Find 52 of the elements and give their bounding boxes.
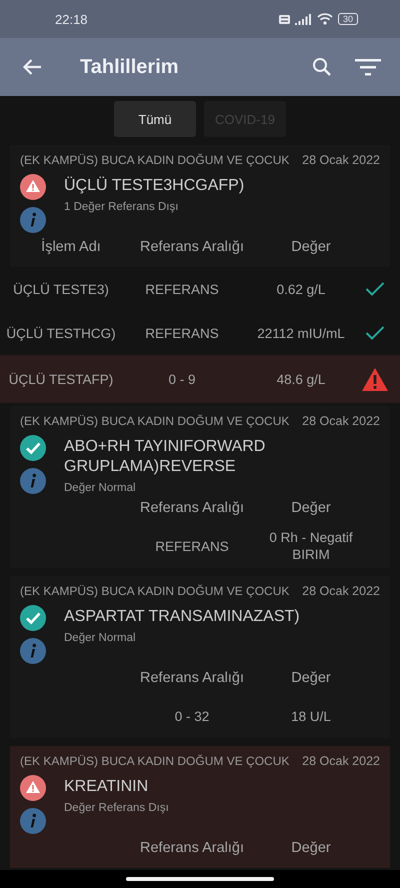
table-cell-text: REFERANS [144, 324, 220, 342]
column-header: Referans Aralığı [139, 238, 245, 256]
result-date: 28 Ocak 2022 [302, 584, 380, 598]
column-header: Değer [290, 238, 332, 256]
result-summary: Değer Normal [64, 632, 137, 644]
signal-icon [294, 14, 312, 24]
test-name: KREATININ [64, 777, 150, 797]
table-cell-text: 0 - 32 [174, 708, 210, 724]
table-cell-text: REFERANS [144, 280, 220, 298]
test-name: ASPARTAT TRANSAMINAZAST) [64, 607, 301, 627]
hospital-name: (EK KAMPÜS) BUCA KADIN DOĞUM VE ÇOCUK [20, 414, 290, 428]
column-header: İşlem Adı [40, 238, 102, 256]
hospital-name: (EK KAMPÜS) BUCA KADIN DOĞUM VE ÇOCUK [20, 153, 290, 167]
wifi-icon [316, 13, 333, 25]
table-cell-text: REFERANS [154, 538, 230, 554]
info-icon[interactable] [20, 468, 46, 494]
column-header: Değer [290, 670, 332, 686]
table-cell-text: 0 - 9 [167, 370, 196, 388]
table-cell-text: ÜÇLÜ TESTE3) [12, 280, 110, 298]
info-icon[interactable] [20, 207, 46, 233]
column-header: Değer [290, 840, 332, 856]
volte-icon [278, 14, 290, 24]
back-icon[interactable] [22, 58, 42, 76]
table-cell-text: 48.6 g/L [276, 370, 326, 388]
search-icon[interactable] [312, 57, 332, 77]
hospital-name: (EK KAMPÜS) BUCA KADIN DOĞUM VE ÇOCUK [20, 584, 290, 598]
column-header: Referans Aralığı [139, 500, 245, 516]
result-date: 28 Ocak 2022 [302, 153, 380, 167]
result-summary: Değer Normal [64, 482, 137, 494]
hospital-name: (EK KAMPÜS) BUCA KADIN DOĞUM VE ÇOCUK [20, 754, 290, 768]
table-cell-text: 0.62 g/L [276, 280, 326, 298]
column-header: Değer [290, 500, 332, 516]
filter-icon[interactable] [355, 58, 381, 76]
column-header: Referans Aralığı [139, 840, 245, 856]
status-time: 22:18 [55, 12, 89, 26]
table-cell-text: 0 Rh - Negatif BIRIM [268, 529, 354, 563]
page-title: Tahlillerim [80, 56, 180, 78]
result-summary: Değer Referans Dışı [64, 802, 170, 814]
filter-tab[interactable]: Tümü [114, 101, 196, 137]
test-name: ÜÇLÜ TESTE3HCGAFP) [64, 176, 246, 196]
test-name: ABO+RH TAYINIFORWARD GRUPLAMA)REVERSE [64, 437, 266, 477]
result-summary: 1 Değer Referans Dışı [64, 201, 180, 213]
battery-level: 30 [338, 13, 358, 25]
info-icon[interactable] [20, 808, 46, 834]
column-header: Referans Aralığı [139, 670, 245, 686]
table-cell-text: ÜÇLÜ TESTHCG) [5, 324, 117, 342]
result-date: 28 Ocak 2022 [302, 754, 380, 768]
table-cell-text: 22112 mIU/mL [256, 324, 346, 342]
table-cell-text: ÜÇLÜ TESTAFP) [8, 370, 114, 388]
info-icon[interactable] [20, 638, 46, 664]
table-cell-text: 18 U/L [290, 708, 332, 724]
result-date: 28 Ocak 2022 [302, 414, 380, 428]
